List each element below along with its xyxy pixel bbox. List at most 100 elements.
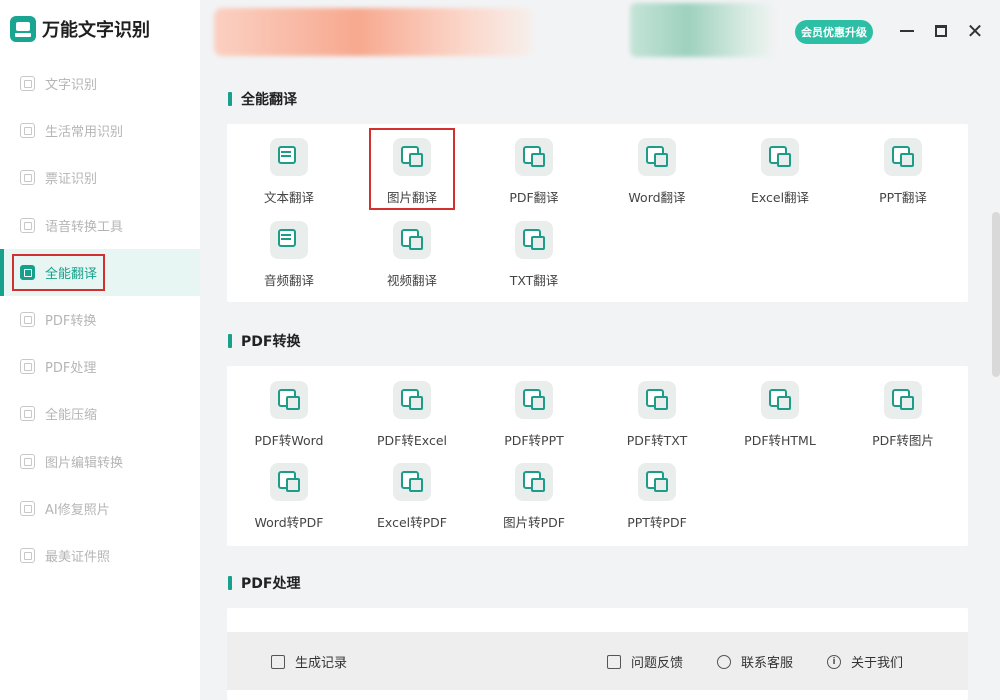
- tile-pdf-to-word[interactable]: PDF转Word: [228, 381, 350, 457]
- pdf-to-image-icon: [884, 381, 922, 419]
- tile-label: PDF转TXT: [626, 433, 688, 448]
- video-translate-icon: [393, 221, 431, 259]
- tile-label: 文本翻译: [263, 190, 314, 205]
- tile-pdf-to-excel[interactable]: PDF转Excel: [351, 381, 473, 457]
- sidebar-item-pdf-process[interactable]: PDF处理: [0, 343, 200, 390]
- tile-txt-translate[interactable]: TXT翻译: [473, 221, 595, 297]
- sidebar-item-ai-repair[interactable]: AI修复照片: [0, 485, 200, 532]
- sidebar-item-compress[interactable]: 全能压缩: [0, 390, 200, 437]
- tile-image-to-pdf[interactable]: 图片转PDF: [473, 463, 595, 539]
- text-scan-icon: [20, 76, 35, 92]
- tile-label: Excel翻译: [750, 190, 810, 205]
- scrollbar-thumb[interactable]: [992, 212, 1000, 377]
- maximize-button[interactable]: [928, 18, 954, 44]
- section-title-text: PDF处理: [241, 576, 301, 592]
- text-translate-icon: [270, 138, 308, 176]
- tile-audio-translate[interactable]: 音频翻译: [228, 221, 350, 297]
- tile-label: PDF翻译: [509, 190, 559, 205]
- sidebar-item-label: 文字识别: [45, 78, 98, 94]
- image-to-pdf-icon: [515, 463, 553, 501]
- pdf-to-excel-icon: [393, 381, 431, 419]
- promo-banner-secondary[interactable]: [630, 3, 774, 57]
- audio-translate-icon: [270, 221, 308, 259]
- pdf-to-html-icon: [761, 381, 799, 419]
- ppt-translate-icon: [884, 138, 922, 176]
- sidebar-item-image-edit[interactable]: 图片编辑转换: [0, 438, 200, 485]
- image-translate-icon: [393, 138, 431, 176]
- app-title: 万能文字识别: [42, 20, 150, 41]
- promo-banner[interactable]: [214, 8, 532, 56]
- tile-pdf-to-image[interactable]: PDF转图片: [842, 381, 964, 457]
- ai-repair-icon: [20, 500, 35, 516]
- sidebar-item-ticket-recognition[interactable]: 票证识别: [0, 154, 200, 201]
- tile-label: 图片转PDF: [503, 515, 565, 530]
- top-bar: 会员优惠升级 ✕: [200, 0, 1000, 64]
- pdf-translate-icon: [515, 138, 553, 176]
- excel-to-pdf-icon: [393, 463, 431, 501]
- pdf-to-ppt-icon: [515, 381, 553, 419]
- tile-label: PPT翻译: [879, 190, 927, 205]
- sidebar-item-label: 语音转换工具: [45, 219, 124, 235]
- sidebar-nav: 文字识别 生活常用识别 票证识别 语音转换工具 全能翻译 PDF转换 PDF处理…: [0, 60, 200, 579]
- tile-excel-translate[interactable]: Excel翻译: [719, 138, 841, 214]
- tile-pdf-to-txt[interactable]: PDF转TXT: [596, 381, 718, 457]
- about-button[interactable]: i 关于我们: [827, 652, 903, 671]
- scanner-logo-icon: [10, 16, 36, 42]
- sidebar-item-label: PDF处理: [45, 361, 97, 377]
- tile-ppt-translate[interactable]: PPT翻译: [842, 138, 964, 214]
- voice-icon: [20, 217, 35, 233]
- tile-pdf-to-ppt[interactable]: PDF转PPT: [473, 381, 595, 457]
- sidebar-item-id-photo[interactable]: 最美证件照: [0, 532, 200, 579]
- sidebar-item-voice-tools[interactable]: 语音转换工具: [0, 202, 200, 249]
- close-button[interactable]: ✕: [962, 18, 988, 44]
- tile-pdf-translate[interactable]: PDF翻译: [473, 138, 595, 214]
- tile-label: 音频翻译: [263, 273, 314, 288]
- sidebar-item-text-recognition[interactable]: 文字识别: [0, 60, 200, 107]
- sidebar-item-life-recognition[interactable]: 生活常用识别: [0, 107, 200, 154]
- sidebar-item-label: 全能翻译: [45, 266, 98, 282]
- tile-ppt-to-pdf[interactable]: PPT转PDF: [596, 463, 718, 539]
- vip-upgrade-button[interactable]: 会员优惠升级: [795, 20, 873, 44]
- tile-label: TXT翻译: [509, 273, 559, 288]
- tile-word-to-pdf[interactable]: Word转PDF: [228, 463, 350, 539]
- pdf-convert-icon: [20, 312, 35, 328]
- sidebar-item-label: 票证识别: [45, 172, 98, 188]
- ticket-scan-icon: [20, 170, 35, 186]
- info-icon: i: [827, 654, 841, 669]
- maximize-icon: [935, 25, 947, 37]
- support-button[interactable]: 联系客服: [717, 652, 793, 671]
- txt-translate-icon: [515, 221, 553, 259]
- about-label: 关于我们: [851, 656, 904, 671]
- tile-video-translate[interactable]: 视频翻译: [351, 221, 473, 297]
- section-marker: [228, 576, 232, 590]
- sidebar-item-label: 最美证件照: [45, 549, 111, 565]
- tile-label: 图片翻译: [386, 190, 437, 205]
- tile-excel-to-pdf[interactable]: Excel转PDF: [351, 463, 473, 539]
- tile-image-translate[interactable]: 图片翻译: [351, 138, 473, 214]
- pdf-convert-card: PDF转Word PDF转Excel PDF转PPT PDF转TXT PDF转H…: [227, 366, 968, 546]
- section-title-pdf-process: PDF处理: [228, 573, 300, 593]
- tile-label: PPT转PDF: [627, 515, 687, 530]
- pdf-to-word-icon: [270, 381, 308, 419]
- history-button[interactable]: 生成记录: [271, 652, 347, 671]
- feedback-label: 问题反馈: [631, 656, 684, 671]
- sidebar-item-label: AI修复照片: [45, 502, 110, 518]
- pdf-to-txt-icon: [638, 381, 676, 419]
- scrollbar[interactable]: [990, 64, 1000, 700]
- word-to-pdf-icon: [270, 463, 308, 501]
- tile-label: 视频翻译: [386, 273, 437, 288]
- section-title-text: PDF转换: [241, 334, 301, 350]
- section-marker: [228, 92, 232, 106]
- tile-pdf-to-html[interactable]: PDF转HTML: [719, 381, 841, 457]
- tile-word-translate[interactable]: Word翻译: [596, 138, 718, 214]
- sidebar-item-translate[interactable]: 全能翻译: [0, 248, 200, 297]
- sidebar-item-label: 生活常用识别: [45, 125, 124, 141]
- feedback-button[interactable]: 问题反馈: [607, 652, 683, 671]
- tile-label: Word转PDF: [254, 515, 324, 530]
- tile-label: PDF转图片: [872, 433, 934, 448]
- sidebar-item-pdf-convert[interactable]: PDF转换: [0, 296, 200, 343]
- compress-icon: [20, 406, 35, 422]
- minimize-button[interactable]: [894, 18, 920, 44]
- tile-text-translate[interactable]: 文本翻译: [228, 138, 350, 214]
- pdf-process-icon: [20, 359, 35, 375]
